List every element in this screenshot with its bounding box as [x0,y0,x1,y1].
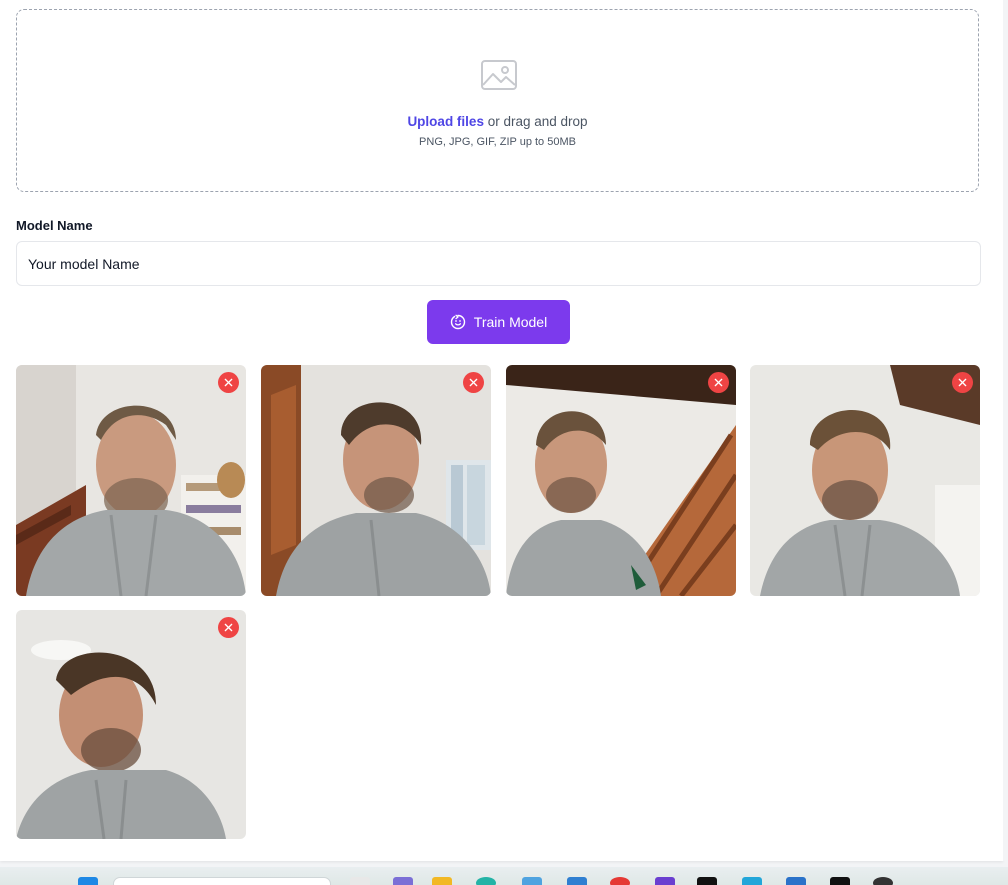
terminal-icon[interactable] [697,877,717,885]
close-icon [958,378,967,387]
train-model-button[interactable]: Train Model [427,300,570,344]
taskbar-search[interactable] [113,877,331,885]
uploaded-photo [16,365,246,596]
upload-files-link[interactable]: Upload files [407,114,484,129]
chrome-icon[interactable] [610,877,630,885]
remove-photo-button[interactable] [708,372,729,393]
teams-icon[interactable] [393,877,413,885]
remove-photo-button[interactable] [218,372,239,393]
remove-photo-button[interactable] [952,372,973,393]
github-icon[interactable] [873,877,893,885]
close-icon [224,623,233,632]
uploaded-photo [261,365,491,596]
vscode-icon[interactable] [567,877,587,885]
image-icon [481,60,517,90]
upload-hint: PNG, JPG, GIF, ZIP up to 50MB [419,136,576,148]
face-smile-icon [450,314,465,330]
remove-photo-button[interactable] [218,617,239,638]
windows-start-icon[interactable] [78,877,98,885]
app-icon[interactable] [830,877,850,885]
upload-page: Upload files or drag and drop PNG, JPG, … [0,0,1003,861]
calendar-icon[interactable] [742,877,762,885]
store-icon[interactable] [522,877,542,885]
remove-photo-button[interactable] [463,372,484,393]
taskbar [0,867,1008,885]
model-name-label: Model Name [16,218,93,233]
edge-icon[interactable] [476,877,496,885]
uploaded-photo [750,365,980,596]
close-icon [469,378,478,387]
drag-drop-text: or drag and drop [487,114,588,129]
model-name-input[interactable] [16,241,981,286]
file-explorer-icon[interactable] [432,877,452,885]
uploaded-photo [506,365,736,596]
uploaded-photo [16,610,246,839]
scrollbar[interactable] [1003,0,1008,861]
upload-instructions: Upload files or drag and drop [17,114,978,129]
close-icon [224,378,233,387]
app-icon[interactable] [655,877,675,885]
outlook-icon[interactable] [786,877,806,885]
close-icon [714,378,723,387]
train-model-label: Train Model [473,314,548,330]
task-view-icon[interactable] [350,877,370,885]
upload-dropzone[interactable]: Upload files or drag and drop PNG, JPG, … [16,9,979,192]
